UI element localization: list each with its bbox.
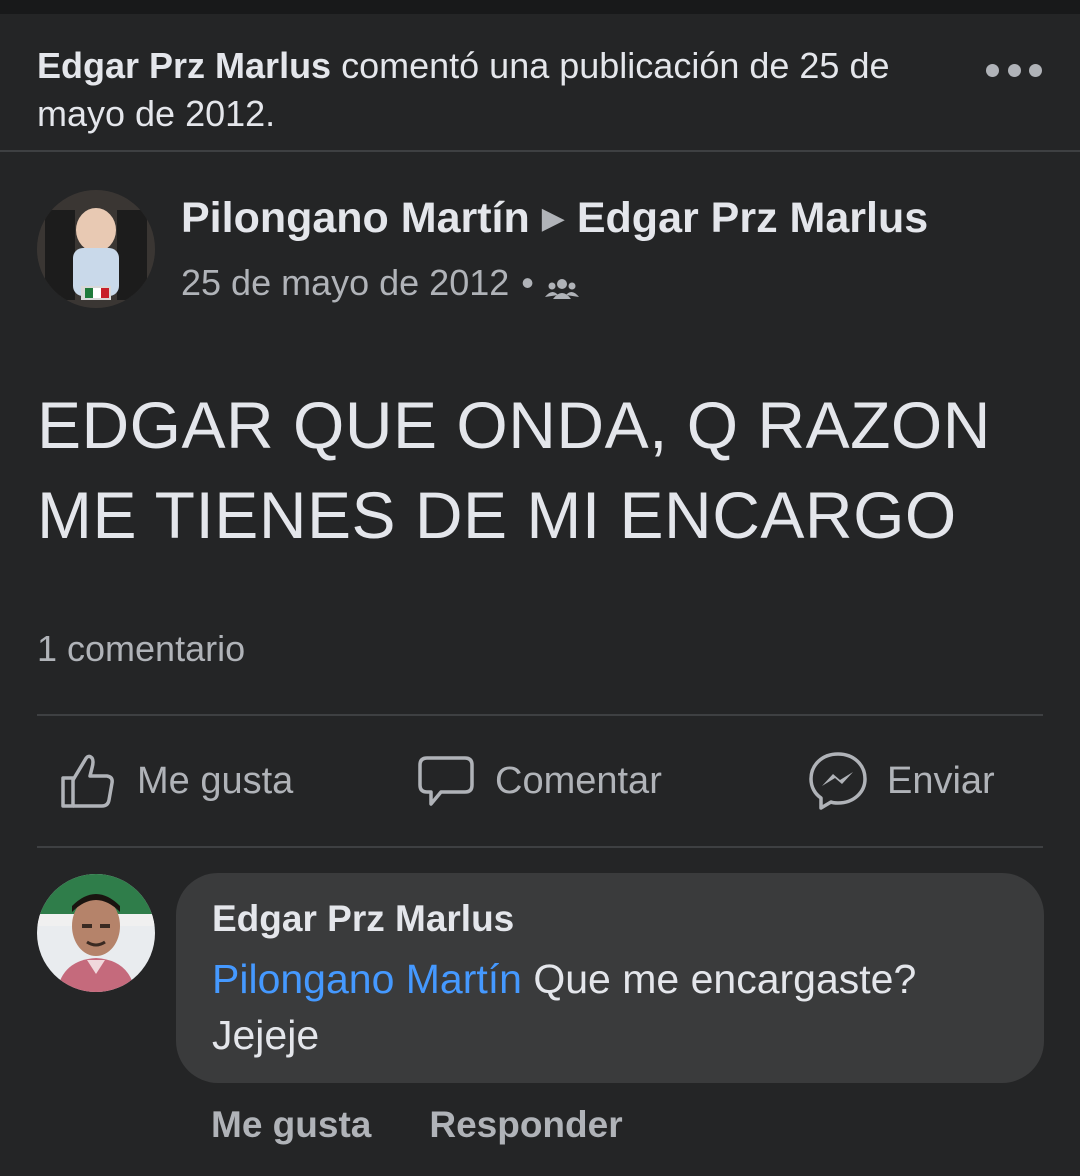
comment-like-button[interactable]: Me gusta — [211, 1104, 371, 1145]
like-button[interactable]: Me gusta — [57, 716, 293, 846]
thumbs-up-icon — [61, 754, 114, 808]
post-text: EDGAR QUE ONDA, Q RAZON ME TIENES DE MI … — [37, 388, 991, 552]
comment-author-name[interactable]: Edgar Prz Marlus — [212, 895, 514, 943]
comment-text: Pilongano Martín Que me encargaste? Jeje… — [212, 951, 1012, 1063]
post-header: Pilongano Martín ▶ Edgar Prz Marlus — [181, 190, 928, 251]
like-label: Me gusta — [137, 759, 294, 802]
friends-icon — [544, 268, 580, 299]
comment-author-avatar[interactable] — [37, 874, 155, 992]
post-target-name[interactable]: Edgar Prz Marlus — [577, 194, 928, 242]
status-strip — [0, 0, 1080, 14]
post-meta: 25 de mayo de 2012 • — [181, 258, 580, 308]
messenger-icon — [809, 752, 867, 810]
send-label: Enviar — [887, 759, 995, 802]
comment-mention[interactable]: Pilongano Martín — [212, 956, 522, 1002]
activity-header: Edgar Prz Marlus comentó una publicación… — [0, 14, 1080, 152]
arrow-icon: ▶ — [541, 202, 565, 235]
comment-reply-button[interactable]: Responder — [429, 1104, 622, 1145]
comment-bubble: Edgar Prz Marlus Pilongano Martín Que me… — [176, 873, 1044, 1083]
action-bar: Me gusta Comentar Enviar — [37, 716, 1043, 846]
comment-icon — [418, 756, 474, 806]
activity-actor[interactable]: Edgar Prz Marlus — [37, 45, 331, 86]
post-date[interactable]: 25 de mayo de 2012 — [181, 258, 509, 308]
comment-button[interactable]: Comentar — [415, 716, 662, 846]
post-author-name[interactable]: Pilongano Martín — [181, 194, 530, 242]
meta-separator: • — [521, 262, 534, 303]
comment-actions: Me gusta Responder — [211, 1100, 681, 1150]
send-button[interactable]: Enviar — [807, 716, 995, 846]
comment-count[interactable]: 1 comentario — [37, 624, 245, 674]
comment-label: Comentar — [495, 759, 662, 802]
post-author-avatar[interactable] — [37, 190, 155, 308]
divider — [37, 846, 1043, 848]
activity-text: Edgar Prz Marlus comentó una publicación… — [37, 42, 967, 138]
more-options-icon[interactable] — [986, 56, 1042, 84]
